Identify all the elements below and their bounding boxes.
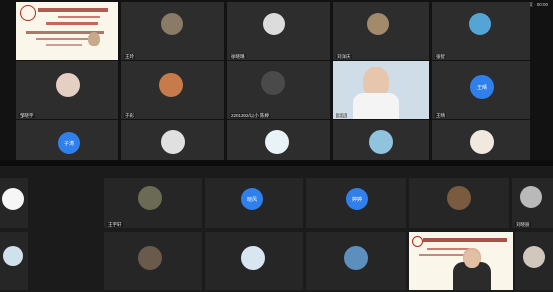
tile-participant[interactable] bbox=[306, 232, 406, 290]
avatar bbox=[447, 186, 471, 210]
tile-participant[interactable]: 王玲 bbox=[121, 2, 224, 60]
avatar bbox=[138, 186, 162, 210]
participant-name: 2201302/以小 陈婷 bbox=[230, 113, 271, 118]
avatar-initial: 晓风 bbox=[241, 188, 263, 210]
tile-shared-slide-with-speaker[interactable] bbox=[409, 232, 513, 290]
participant-name: 刘洋庆 bbox=[336, 54, 352, 59]
avatar-initial: 婷婷 bbox=[346, 188, 368, 210]
avatar bbox=[2, 188, 24, 210]
tile-participant[interactable]: 刘洋庆 bbox=[333, 2, 429, 60]
participant-name: 刘晓丽 bbox=[515, 222, 531, 227]
tile-participant[interactable]: 婷婷 bbox=[306, 178, 406, 228]
speaker-face-front bbox=[464, 250, 480, 268]
tile-participant[interactable]: 王晴 王晴 bbox=[432, 61, 530, 119]
avatar bbox=[161, 13, 183, 35]
tile-participant[interactable] bbox=[205, 232, 303, 290]
avatar bbox=[369, 130, 393, 154]
tile-video-speaker[interactable]: 王凡 bbox=[333, 61, 429, 119]
participant-name: 王晴 bbox=[435, 113, 446, 118]
avatar bbox=[261, 71, 285, 95]
avatar-initial: 子涛 bbox=[58, 132, 80, 154]
participant-name: 徐晓璐 bbox=[230, 54, 246, 59]
avatar bbox=[3, 246, 23, 266]
avatar bbox=[138, 246, 162, 270]
avatar bbox=[159, 73, 183, 97]
avatar bbox=[469, 13, 491, 35]
tile-participant[interactable] bbox=[432, 120, 530, 162]
speaker-shirt bbox=[353, 93, 399, 119]
tile-shared-slide[interactable] bbox=[16, 2, 118, 60]
participant-name: 张智 bbox=[435, 54, 446, 59]
tile-participant[interactable]: 邹晓宇 bbox=[16, 61, 118, 119]
participant-name: 王宇轩 bbox=[107, 222, 123, 227]
avatar bbox=[56, 73, 80, 97]
participant-name: 邹晓宇 bbox=[19, 113, 35, 118]
avatar-initial: 王晴 bbox=[470, 75, 494, 99]
tile-participant[interactable] bbox=[409, 178, 509, 228]
video-grid-top: 会议 · 00:00 王玲 徐晓璐 刘洋庆 张智 邹晓宇 于彩 2201302/… bbox=[0, 0, 553, 168]
avatar bbox=[520, 186, 542, 208]
participant-name: 王玲 bbox=[124, 54, 135, 59]
tile-participant[interactable] bbox=[333, 120, 429, 162]
tile-participant[interactable] bbox=[121, 120, 224, 162]
tile-participant[interactable] bbox=[0, 232, 28, 290]
tile-participant[interactable]: 徐晓璐 bbox=[227, 2, 330, 60]
avatar bbox=[470, 130, 494, 154]
meeting-screenshot: 会议 · 00:00 王玲 徐晓璐 刘洋庆 张智 邹晓宇 于彩 2201302/… bbox=[0, 0, 553, 292]
tile-participant[interactable]: 晓风 bbox=[205, 178, 303, 228]
tile-participant[interactable]: 2201302/以小 陈婷 bbox=[227, 61, 330, 119]
tile-participant[interactable]: 王宇轩 bbox=[104, 178, 202, 228]
tile-participant[interactable]: 子涛 bbox=[16, 120, 118, 162]
participant-name: 王凡 bbox=[336, 113, 347, 118]
tile-participant[interactable] bbox=[515, 232, 553, 290]
tile-participant[interactable] bbox=[0, 178, 28, 228]
avatar bbox=[161, 130, 185, 154]
tile-participant[interactable] bbox=[227, 120, 330, 162]
tile-participant[interactable]: 于彩 bbox=[121, 61, 224, 119]
avatar bbox=[265, 130, 289, 154]
avatar bbox=[263, 13, 285, 35]
avatar bbox=[241, 246, 265, 270]
slide-content bbox=[16, 2, 118, 60]
slide-logo bbox=[20, 5, 36, 21]
avatar bbox=[523, 246, 545, 268]
tile-participant[interactable]: 张智 bbox=[432, 2, 530, 60]
tile-participant[interactable] bbox=[104, 232, 202, 290]
participant-name: 于彩 bbox=[124, 113, 135, 118]
avatar bbox=[344, 246, 368, 270]
tile-participant[interactable]: 刘晓丽 bbox=[512, 178, 553, 228]
slide-logo bbox=[412, 236, 423, 247]
video-grid-bottom: 王宇轩 晓风 婷婷 刘晓丽 bbox=[0, 166, 553, 292]
avatar bbox=[367, 13, 389, 35]
